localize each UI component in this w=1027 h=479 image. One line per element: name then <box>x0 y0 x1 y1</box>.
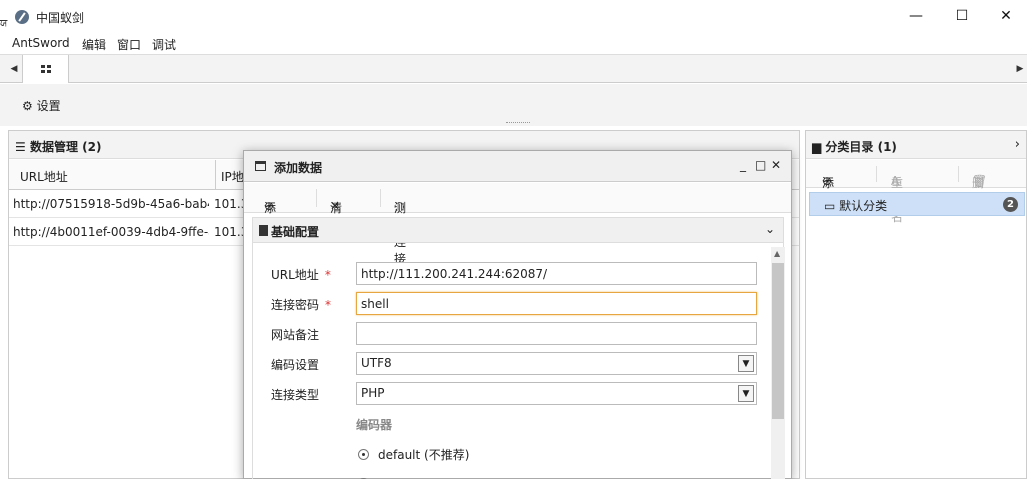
add-data-dialog: 添加数据 _ □ ✕ ⊕ 添加 ✕清空 ◌ 测试连接 基础配置 ⌄ ▲ URL地… <box>243 150 792 479</box>
menu-bar: AntSword 编辑 窗口 调试 <box>0 33 1027 55</box>
column-divider[interactable] <box>215 160 216 190</box>
basic-config-section-header[interactable]: 基础配置 ⌄ <box>252 217 784 243</box>
encoding-value: UTF8 <box>361 356 392 370</box>
settings-button[interactable]: ⚙ 设置 <box>22 97 61 114</box>
encoding-label: 编码设置 <box>271 358 320 372</box>
category-item-default[interactable]: ▭ 默认分类 2 <box>809 192 1025 216</box>
note-label: 网站备注 <box>271 328 320 342</box>
tab-bar: ◀ ▶ <box>0 55 1027 83</box>
chevron-down-icon[interactable]: ▼ <box>738 385 754 402</box>
url-input[interactable] <box>356 262 757 285</box>
collapse-chevron-icon[interactable]: › <box>1015 137 1020 152</box>
close-button[interactable]: ✕ <box>983 0 1027 33</box>
folder-icon: ▆ <box>812 140 826 154</box>
category-toolbar: ⊕ 添加 A 重命名 🗑删除 <box>806 160 1026 224</box>
tab-scroll-right-icon[interactable]: ▶ <box>1014 55 1026 83</box>
gear-icon: ⚙ <box>22 99 33 113</box>
menu-window[interactable]: 窗口 <box>117 36 141 53</box>
document-icon <box>259 225 268 236</box>
note-input[interactable] <box>356 322 757 345</box>
scrollbar-thumb[interactable] <box>772 263 784 419</box>
category-panel-header: ▆ 分类目录 (1) › <box>806 131 1026 159</box>
folder-open-icon: ▭ <box>824 199 836 213</box>
basic-config-title: 基础配置 <box>271 225 320 239</box>
tab-scroll-left-icon[interactable]: ◀ <box>8 55 20 83</box>
minimize-button[interactable]: — <box>893 0 939 33</box>
resize-handle[interactable] <box>506 122 530 125</box>
encoder-default-label[interactable]: default (不推荐) <box>378 446 469 463</box>
data-panel-title: 数据管理 (2) <box>29 140 102 154</box>
column-url[interactable]: URL地址 <box>20 168 68 185</box>
scroll-up-icon[interactable]: ▲ <box>774 249 780 258</box>
dialog-title: 添加数据 <box>274 161 323 175</box>
password-input[interactable] <box>356 292 757 315</box>
required-mark: * <box>324 268 331 282</box>
type-label: 连接类型 <box>271 388 320 402</box>
chevron-down-icon[interactable]: ⌄ <box>765 222 775 236</box>
dialog-toolbar: ⊕ 添加 ✕清空 ◌ 测试连接 <box>244 183 791 266</box>
category-item-label: 默认分类 <box>839 199 888 213</box>
count-badge: 2 <box>1003 197 1018 212</box>
row-url: http://07515918-5d9b-45a6-bab4 <box>13 197 209 211</box>
required-mark: * <box>325 298 332 312</box>
dialog-scrollbar[interactable]: ▲ <box>771 247 785 479</box>
settings-label: 设置 <box>36 99 61 113</box>
dialog-maximize-button[interactable]: □ <box>755 158 766 172</box>
type-value: PHP <box>361 386 385 400</box>
password-label: 连接密码 <box>271 298 320 312</box>
grid-icon <box>41 65 51 73</box>
encoder-title: 编码器 <box>356 418 393 432</box>
category-panel-title: 分类目录 (1) <box>825 140 897 154</box>
window-title: 中国蚁剑 <box>36 11 85 25</box>
column-ip[interactable]: IP地 <box>221 168 244 185</box>
window-edge-glyph: ਯ <box>0 18 8 29</box>
maximize-button[interactable]: ☐ <box>939 0 985 33</box>
row-url: http://4b0011ef-0039-4db4-9ffe-a <box>13 225 209 239</box>
list-icon: ☰ <box>15 140 30 154</box>
menu-edit[interactable]: 编辑 <box>82 36 106 53</box>
url-label: URL地址 <box>271 268 319 282</box>
encoder-default-radio[interactable] <box>358 449 369 460</box>
settings-bar: ⚙ 设置 <box>0 84 1027 126</box>
title-bar: ਯ 中国蚁剑 — ☐ ✕ <box>0 0 1027 33</box>
category-panel: ▆ 分类目录 (1) › ⊕ 添加 A 重命名 🗑删除 ▭ 默认分类 2 <box>805 130 1027 479</box>
dialog-close-button[interactable]: ✕ <box>771 158 781 172</box>
dialog-title-bar[interactable]: 添加数据 _ □ ✕ <box>244 151 791 182</box>
antsword-logo-icon <box>15 10 29 24</box>
connection-type-select[interactable]: PHP ▼ <box>356 382 757 405</box>
dialog-minimize-button[interactable]: _ <box>740 158 746 172</box>
menu-debug[interactable]: 调试 <box>152 36 176 53</box>
menu-antsword[interactable]: AntSword <box>12 36 70 50</box>
encoding-select[interactable]: UTF8 ▼ <box>356 352 757 375</box>
chevron-down-icon[interactable]: ▼ <box>738 355 754 372</box>
tab-home[interactable] <box>22 55 69 83</box>
window-icon <box>255 161 266 171</box>
